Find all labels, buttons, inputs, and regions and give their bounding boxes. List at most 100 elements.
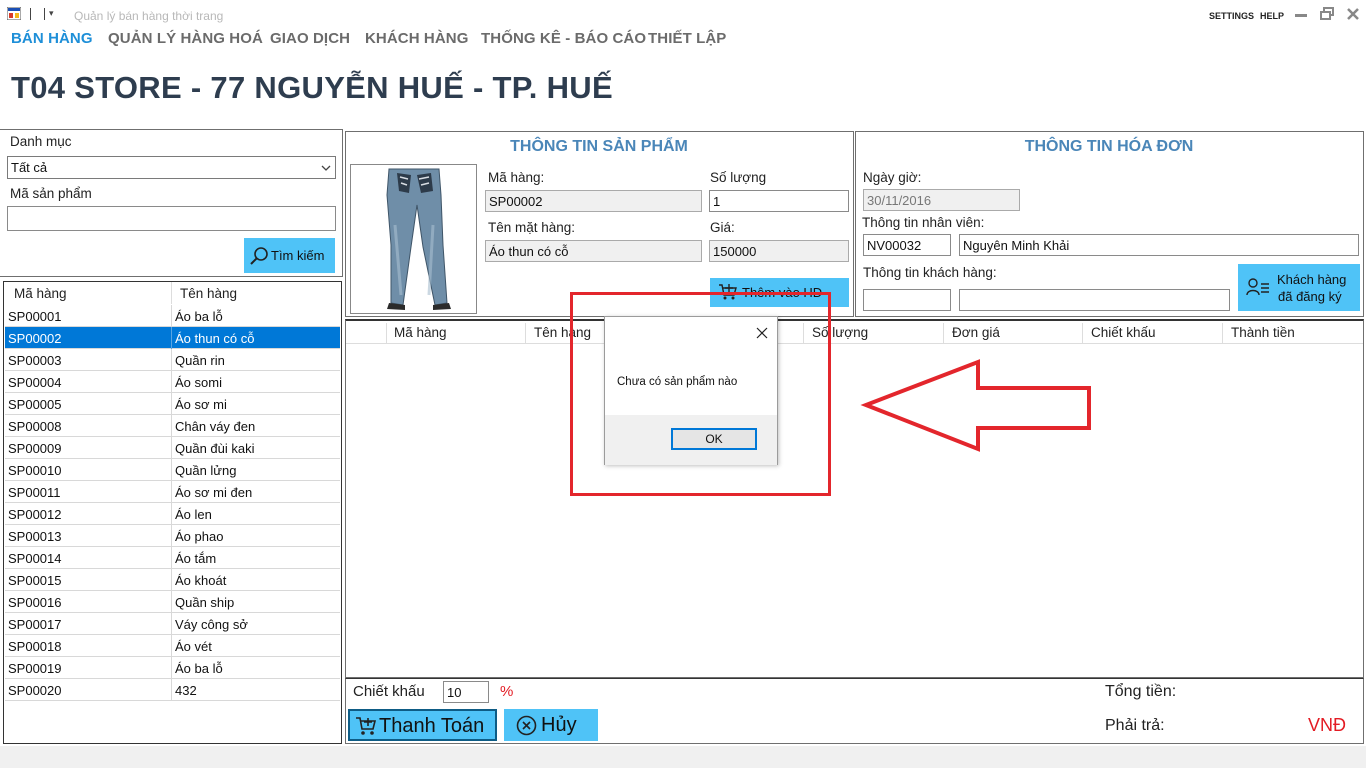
quick-access-dropdown-icon[interactable]: ▾ bbox=[49, 8, 54, 19]
row-divider bbox=[171, 327, 172, 349]
grid-header-chiet-khau[interactable]: Chiết khấu bbox=[1091, 325, 1156, 340]
menu-khach-hang[interactable]: KHÁCH HÀNG bbox=[365, 30, 469, 47]
product-name-cell: Áo sơ mi đen bbox=[175, 485, 253, 500]
table-row[interactable]: SP00012 Áo len bbox=[5, 503, 340, 525]
product-name-cell: Áo len bbox=[175, 507, 212, 522]
table-row[interactable]: SP00008 Chân váy đen bbox=[5, 415, 340, 437]
list-header-divider bbox=[171, 282, 172, 304]
minimize-icon[interactable] bbox=[1294, 7, 1308, 21]
product-code-cell: SP00011 bbox=[8, 485, 61, 500]
row-divider bbox=[171, 393, 172, 415]
table-row[interactable]: SP00020 432 bbox=[5, 679, 340, 701]
registered-customer-line1: Khách hàng bbox=[1277, 272, 1347, 287]
product-code-cell: SP00013 bbox=[8, 529, 62, 544]
restore-icon[interactable] bbox=[1320, 7, 1334, 21]
product-code-cell: SP00019 bbox=[8, 661, 62, 676]
product-code-cell: SP00001 bbox=[8, 309, 62, 324]
product-code-cell: SP00020 bbox=[8, 683, 62, 698]
row-divider bbox=[171, 635, 172, 657]
product-name-cell: Quần đùi kaki bbox=[175, 441, 255, 456]
price-label: Giá: bbox=[710, 220, 735, 235]
discount-input[interactable]: 10 bbox=[443, 681, 489, 703]
checkout-button[interactable]: Thanh Toán bbox=[348, 709, 497, 741]
table-row[interactable]: SP00019 Áo ba lỗ bbox=[5, 657, 340, 679]
menu-giao-dich[interactable]: GIAO DỊCH bbox=[270, 30, 350, 47]
grid-header-ma-hang[interactable]: Mã hàng bbox=[394, 325, 447, 340]
table-row[interactable]: SP00015 Áo khoát bbox=[5, 569, 340, 591]
row-divider bbox=[171, 481, 172, 503]
customer-name-field[interactable] bbox=[959, 289, 1230, 311]
table-row[interactable]: SP00002 Áo thun có cỗ bbox=[5, 327, 340, 349]
staff-id-field[interactable]: NV00032 bbox=[863, 234, 951, 256]
table-row[interactable]: SP00011 Áo sơ mi đen bbox=[5, 481, 340, 503]
menu-thiet-lap[interactable]: THIẾT LẬP bbox=[648, 30, 726, 47]
app-icon bbox=[7, 7, 21, 20]
payable-label: Phải trả: bbox=[1105, 717, 1165, 734]
product-name-cell: Áo tắm bbox=[175, 551, 217, 566]
table-row[interactable]: SP00009 Quần đùi kaki bbox=[5, 437, 340, 459]
cart-icon bbox=[356, 717, 377, 735]
product-name-cell: Áo phao bbox=[175, 529, 224, 544]
table-row[interactable]: SP00013 Áo phao bbox=[5, 525, 340, 547]
menu-ban-hang[interactable]: BÁN HÀNG bbox=[11, 30, 93, 47]
close-icon[interactable] bbox=[1346, 7, 1360, 21]
product-code-cell: SP00002 bbox=[8, 331, 62, 346]
category-select[interactable]: Tất cả bbox=[7, 156, 336, 179]
staff-name-field[interactable]: Nguyên Minh Khải bbox=[959, 234, 1359, 256]
staff-label: Thông tin nhân viên: bbox=[862, 215, 985, 230]
menu-quan-ly-hang-hoa[interactable]: QUẢN LÝ HÀNG HOÁ bbox=[108, 30, 263, 47]
product-code-cell: SP00018 bbox=[8, 639, 62, 654]
ok-button[interactable]: OK bbox=[671, 428, 757, 450]
customer-id-field[interactable] bbox=[863, 289, 951, 311]
grid-header-don-gia[interactable]: Đơn giá bbox=[952, 325, 1000, 340]
window-title: Quản lý bán hàng thời trang bbox=[74, 9, 224, 23]
search-button[interactable]: Tìm kiếm bbox=[244, 238, 335, 273]
table-row[interactable]: SP00003 Quần rin bbox=[5, 349, 340, 371]
store-title: T04 STORE - 77 NGUYỄN HUẾ - TP. HUẾ bbox=[11, 70, 613, 105]
customer-list-icon bbox=[1246, 278, 1269, 296]
customer-label: Thông tin khách hàng: bbox=[863, 265, 997, 280]
table-row[interactable]: SP00018 Áo vét bbox=[5, 635, 340, 657]
invoice-grid bbox=[345, 319, 1364, 678]
search-button-label: Tìm kiếm bbox=[271, 248, 325, 263]
price-field[interactable]: 150000 bbox=[709, 240, 849, 262]
percent-sign: % bbox=[500, 683, 514, 700]
quantity-input[interactable]: 1 bbox=[709, 190, 849, 212]
dialog-message: Chưa có sản phẩm nào bbox=[617, 376, 738, 388]
discount-label: Chiết khấu bbox=[353, 683, 425, 700]
product-name-cell: Áo sơ mi bbox=[175, 397, 227, 412]
table-row[interactable]: SP00001 Áo ba lỗ bbox=[5, 305, 340, 327]
table-row[interactable]: SP00004 Áo somi bbox=[5, 371, 340, 393]
date-label: Ngày giờ: bbox=[863, 170, 922, 185]
cancel-icon bbox=[516, 715, 537, 736]
menu-thong-ke-bao-cao[interactable]: THỐNG KÊ - BÁO CÁO bbox=[481, 30, 646, 47]
row-divider bbox=[171, 613, 172, 635]
table-row[interactable]: SP00005 Áo sơ mi bbox=[5, 393, 340, 415]
cancel-button[interactable]: Hủy bbox=[504, 709, 598, 741]
total-label: Tổng tiền: bbox=[1105, 683, 1177, 700]
table-row[interactable]: SP00014 Áo tắm bbox=[5, 547, 340, 569]
product-code-cell: SP00017 bbox=[8, 617, 62, 632]
row-divider bbox=[171, 459, 172, 481]
product-code-field[interactable]: SP00002 bbox=[485, 190, 702, 212]
message-dialog: Chưa có sản phẩm nào OK bbox=[604, 316, 778, 465]
grid-header-thanh-tien[interactable]: Thành tiền bbox=[1231, 325, 1295, 340]
product-name-field[interactable]: Áo thun có cỗ bbox=[485, 240, 702, 262]
product-code-input[interactable] bbox=[7, 206, 336, 231]
cancel-label: Hủy bbox=[541, 714, 577, 736]
date-field[interactable]: 30/11/2016 bbox=[863, 189, 1020, 211]
product-code-cell: SP00016 bbox=[8, 595, 62, 610]
product-code-cell: SP00009 bbox=[8, 441, 62, 456]
chevron-down-icon bbox=[321, 165, 331, 171]
dialog-close-icon[interactable] bbox=[756, 327, 768, 339]
row-divider bbox=[171, 349, 172, 371]
toolbar-separator bbox=[44, 8, 45, 20]
table-row[interactable]: SP00016 Quần ship bbox=[5, 591, 340, 613]
table-row[interactable]: SP00010 Quần lửng bbox=[5, 459, 340, 481]
product-name-cell: Áo vét bbox=[175, 639, 212, 654]
table-row[interactable]: SP00017 Váy công sở bbox=[5, 613, 340, 635]
product-name-cell: Váy công sở bbox=[175, 617, 248, 632]
registered-customer-button[interactable]: Khách hàng đã đăng ký bbox=[1238, 264, 1360, 311]
settings-link[interactable]: SETTINGS bbox=[1209, 11, 1254, 21]
help-link[interactable]: HELP bbox=[1260, 11, 1284, 21]
